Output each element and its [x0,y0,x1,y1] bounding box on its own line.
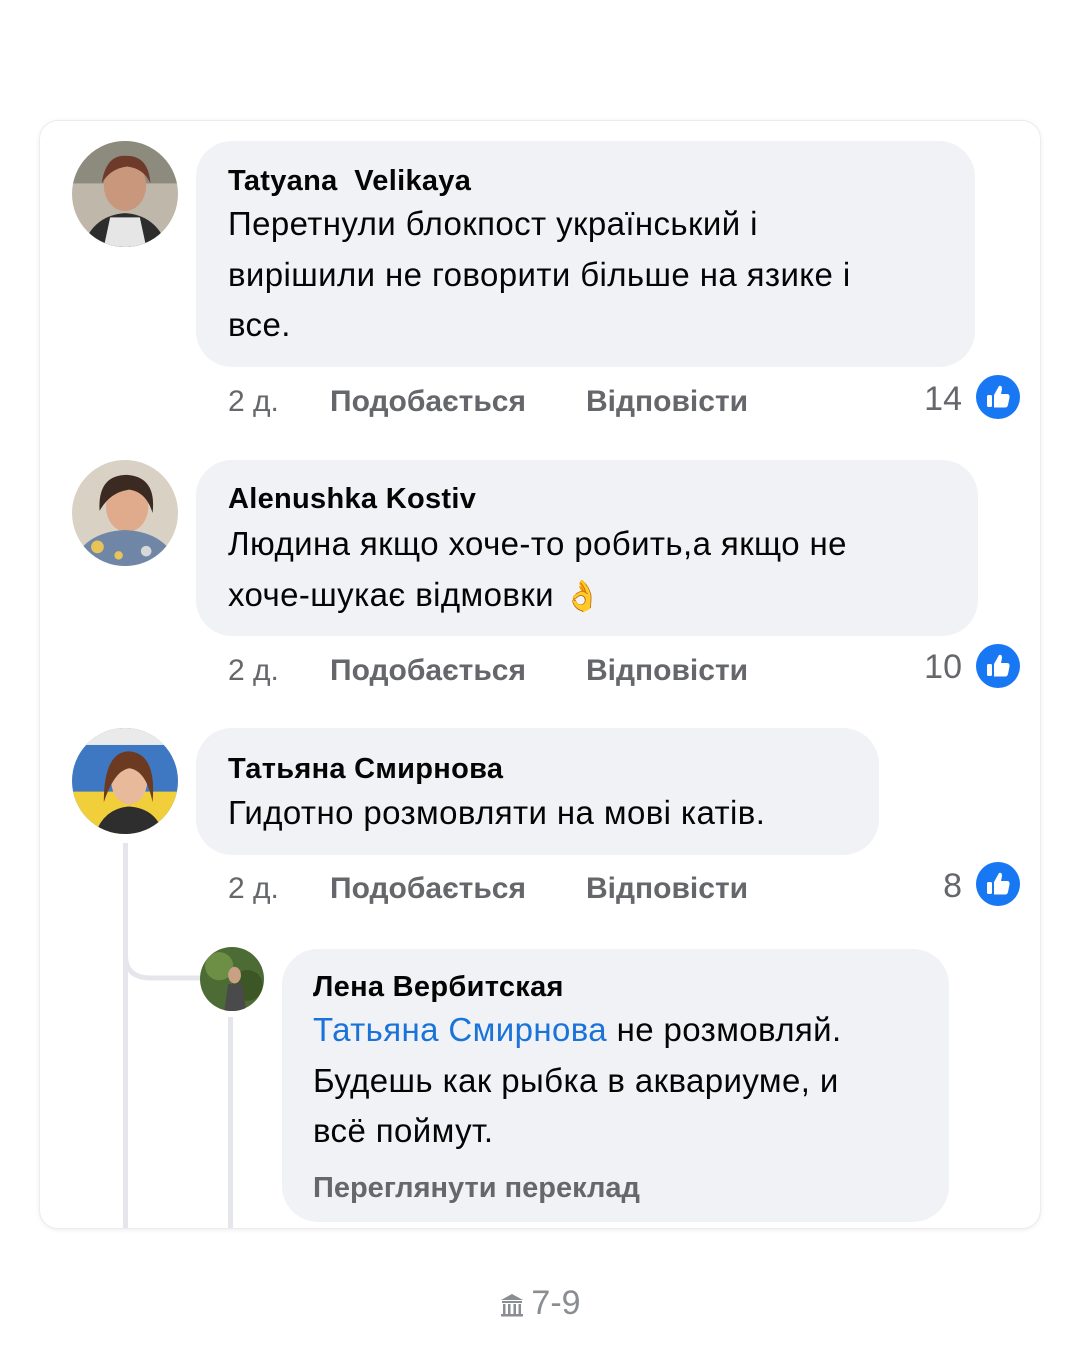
comment-text-line: вирішили не говорити більше на язике і [228,255,851,293]
comment-text: Гидотно розмовляти на мові катів. [228,788,765,839]
avatar[interactable] [72,460,178,566]
reply-button[interactable]: Відповісти [586,385,748,419]
page-range: 7-9 [531,1284,581,1322]
reply-text-segment: не розмовляй. [607,1011,842,1048]
comment-text: Перетнули блокпост український і вирішил… [228,199,851,351]
comment-text-line: все. [228,306,291,343]
comment-text: Людина якщо хоче-то робить,а якщо не хоч… [228,519,847,622]
comment-time[interactable]: 2 д. [228,654,279,688]
comment-text-line: хоче-шукає відмовки 👌 [228,570,847,623]
reply-author[interactable]: Лена Вербитская [313,971,564,1004]
page-counter: 7-9 [0,1284,1080,1323]
comment-text-line: Гидотно розмовляти на мові катів. [228,794,766,831]
reply-text-line: Будешь как рыбка в аквариуме, и [313,1061,839,1099]
reply-thread-line [228,1017,233,1228]
reply-avatar[interactable] [200,947,264,1011]
comment-author[interactable]: Alenushka Kostiv [228,483,476,516]
museum-icon [501,1294,524,1317]
comment-author[interactable]: Tatyana Velikaya [228,165,471,198]
reply-text-line: всё поймут. [313,1112,494,1149]
like-button[interactable]: Подобається [330,654,526,688]
like-badge-icon[interactable] [976,375,1020,419]
thread-connector [123,921,203,981]
like-count[interactable]: 14 [902,380,962,419]
ok-hand-emoji-icon: 👌 [563,579,602,613]
reply-button[interactable]: Відповісти [586,654,748,688]
avatar[interactable] [72,141,178,247]
reply-text-line: Татьяна Смирнова не розмовляй. [313,1005,842,1056]
comment-text-line: Перетнули блокпост український і [228,205,758,242]
see-translation-link[interactable]: Переглянути переклад [313,1172,640,1205]
comment-text-line: Людина якщо хоче-то робить,а якщо не [228,525,847,562]
like-badge-icon[interactable] [976,644,1020,688]
avatar[interactable] [72,728,178,834]
like-badge-icon[interactable] [976,862,1020,906]
comment-author[interactable]: Татьяна Смирнова [228,753,503,786]
mention-link[interactable]: Татьяна Смирнова [313,1011,607,1048]
reply-button[interactable]: Відповісти [586,872,748,906]
comment-time[interactable]: 2 д. [228,385,279,419]
comment-time[interactable]: 2 д. [228,872,279,906]
comments-card: Tatyana Velikaya Перетнули блокпост укра… [40,121,1040,1228]
like-button[interactable]: Подобається [330,385,526,419]
reply-text: Татьяна Смирнова не розмовляй. Будешь ка… [313,1005,842,1157]
thread-line [123,843,128,1228]
like-count[interactable]: 10 [902,648,962,687]
like-count[interactable]: 8 [902,867,962,906]
comment-text-segment: хоче-шукає відмовки [228,575,554,613]
like-button[interactable]: Подобається [330,872,526,906]
